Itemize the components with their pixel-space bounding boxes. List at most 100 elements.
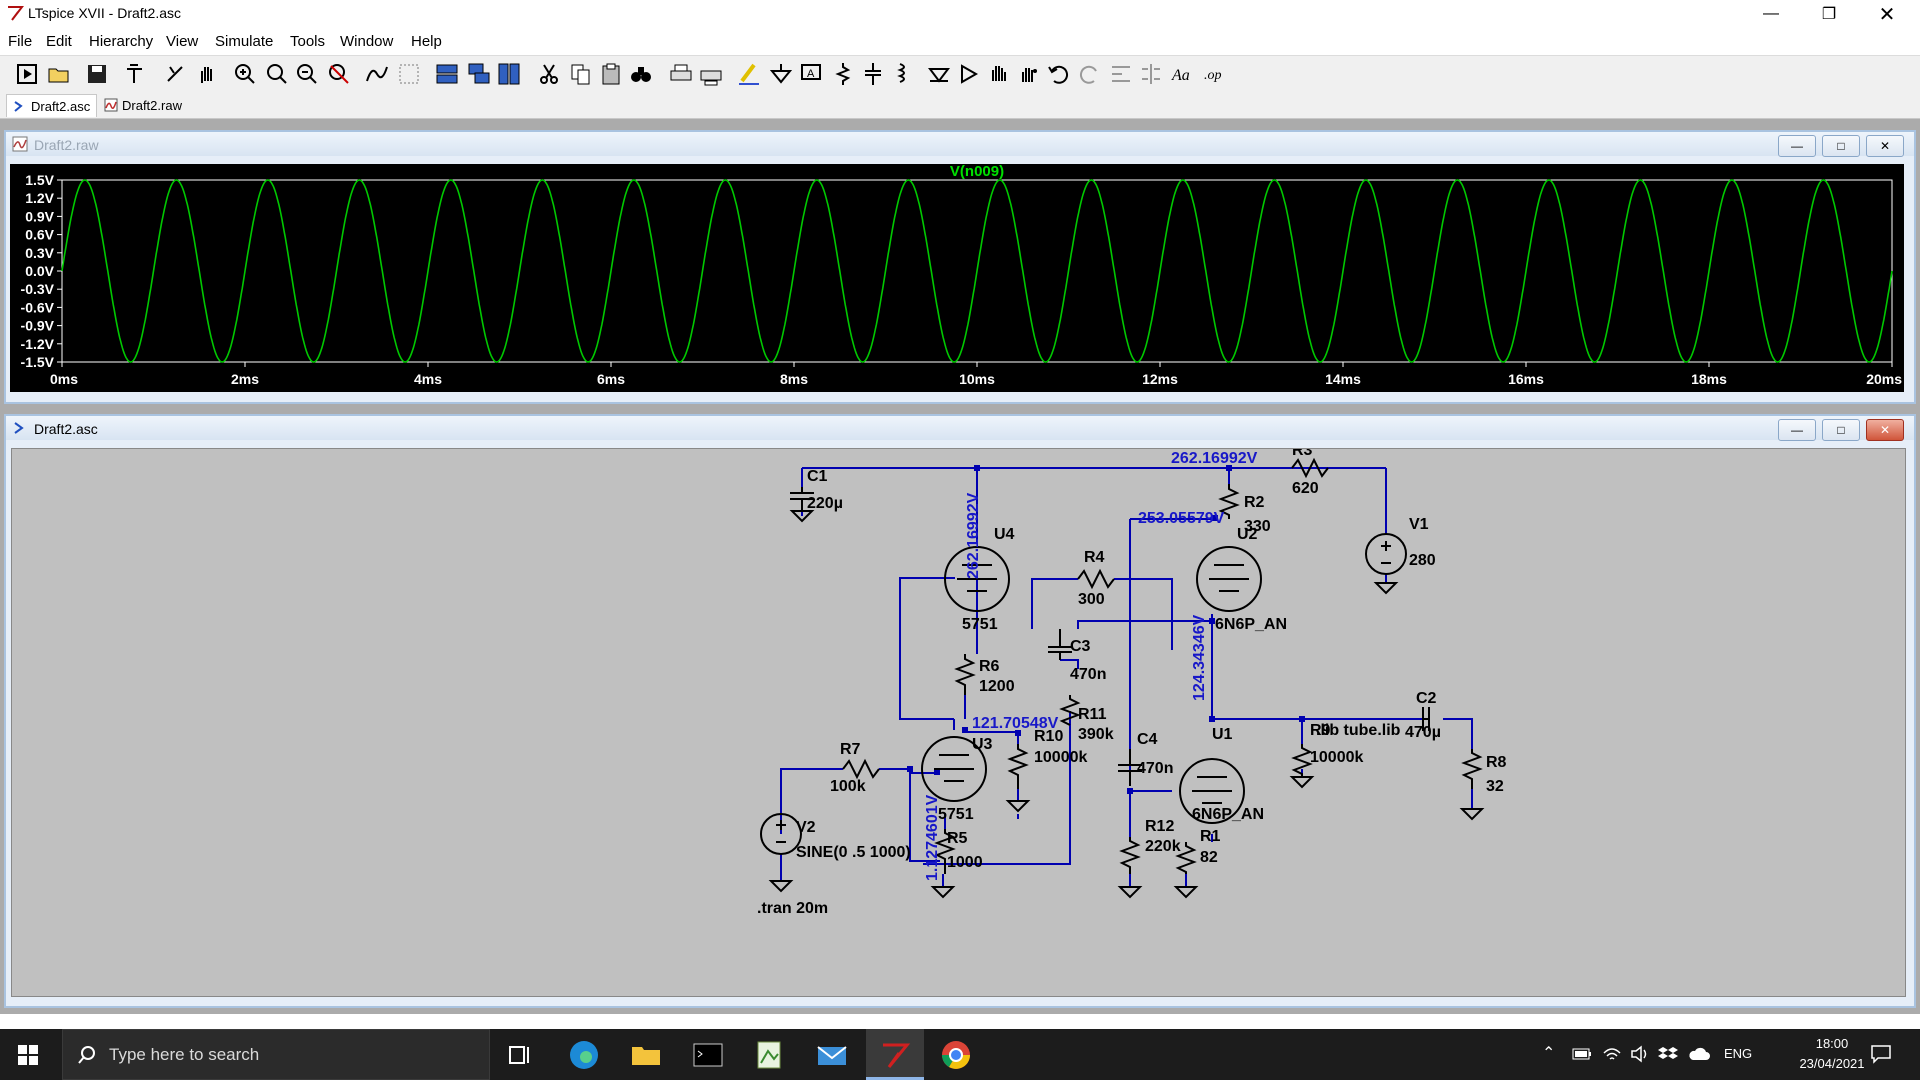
notifications-icon[interactable] <box>1870 1044 1892 1064</box>
copy-icon[interactable] <box>568 61 594 87</box>
search-icon <box>78 1046 95 1064</box>
paste-icon[interactable] <box>598 61 624 87</box>
label-u4-model: 5751 <box>962 616 998 633</box>
menu-file[interactable]: File <box>8 33 32 50</box>
terminal-icon[interactable] <box>690 1037 726 1073</box>
image-editor-icon[interactable] <box>752 1037 788 1073</box>
restore-button[interactable]: ❐ <box>1800 0 1858 28</box>
draw-wire-icon[interactable] <box>736 61 762 87</box>
minimize-button[interactable]: — <box>1742 0 1800 28</box>
menu-tools[interactable]: Tools <box>290 33 325 50</box>
onedrive-cloud-icon[interactable] <box>1688 1045 1710 1063</box>
edge-browser-icon[interactable] <box>566 1037 602 1073</box>
windows-start-icon[interactable] <box>18 1045 38 1065</box>
waveform-minimize-button[interactable]: — <box>1778 135 1816 157</box>
halt-icon[interactable] <box>162 61 188 87</box>
voltage-u3-cathode: 1.1274601V <box>924 794 941 881</box>
drag-hand-icon[interactable] <box>1016 61 1042 87</box>
schematic-close-button[interactable]: ✕ <box>1866 419 1904 441</box>
schematic-maximize-button[interactable]: □ <box>1822 419 1860 441</box>
spice-directive-icon[interactable]: .op <box>1202 61 1228 87</box>
schematic-icon <box>14 422 24 434</box>
redo-icon[interactable] <box>1076 61 1102 87</box>
zoom-in-icon[interactable] <box>232 61 258 87</box>
control-panel-icon[interactable] <box>122 61 148 87</box>
cut-icon[interactable] <box>536 61 562 87</box>
cascade-icon[interactable] <box>466 61 492 87</box>
y-tick-label: 1.5V <box>25 172 54 188</box>
tile-vertical-icon[interactable] <box>496 61 522 87</box>
diode-icon[interactable] <box>926 61 952 87</box>
waveform-window-titlebar[interactable]: Draft2.raw — □ ✕ <box>6 132 1914 157</box>
label-r2: R2 <box>1244 494 1265 511</box>
autorange-icon[interactable] <box>364 61 390 87</box>
zoom-pan-icon[interactable] <box>264 61 290 87</box>
tile-horizontal-icon[interactable] <box>434 61 460 87</box>
mirror-icon[interactable] <box>1138 61 1164 87</box>
close-button[interactable]: ✕ <box>1858 0 1916 28</box>
chrome-browser-icon[interactable] <box>938 1037 974 1073</box>
show-hidden-icons-icon[interactable]: ⌃ <box>1542 1043 1555 1063</box>
trace-v-n009[interactable] <box>61 179 1893 363</box>
x-tick-label: 10ms <box>959 371 995 387</box>
dropbox-icon[interactable] <box>1658 1045 1678 1063</box>
label-tran-directive[interactable]: .tran 20m <box>757 900 828 917</box>
label-u2-model: 6N6P_AN <box>1215 616 1287 633</box>
waveform-window-title: Draft2.raw <box>34 137 99 153</box>
move-hand-icon[interactable] <box>986 61 1012 87</box>
zoom-fit-icon[interactable] <box>326 61 352 87</box>
language-indicator[interactable]: ENG <box>1724 1046 1752 1061</box>
run-icon[interactable] <box>14 61 40 87</box>
waveform-plot[interactable]: V(n009) 1.5V 1.2V 0.9V 0.6V 0.3V 0.0V -0.3V -0.6… <box>10 163 1904 392</box>
clock-time[interactable]: 18:00 <box>1792 1036 1872 1051</box>
waveform-maximize-button[interactable]: □ <box>1822 135 1860 157</box>
label-lib-directive[interactable]: .lib tube.lib <box>1316 722 1401 739</box>
menu-simulate[interactable]: Simulate <box>215 33 273 50</box>
taskbar-ltspice-active[interactable] <box>866 1029 924 1080</box>
trace-label[interactable]: V(n009) <box>950 163 1004 180</box>
menu-hierarchy[interactable]: Hierarchy <box>89 33 153 50</box>
resistor-icon[interactable] <box>830 61 856 87</box>
undo-icon[interactable] <box>1046 61 1072 87</box>
volume-icon[interactable] <box>1630 1045 1650 1063</box>
waveform-chart[interactable]: V(n009) 1.5V 1.2V 0.9V 0.6V 0.3V 0.0V -0.3V -0.6… <box>10 163 1904 392</box>
component-icon[interactable] <box>956 61 982 87</box>
taskbar-search-box[interactable]: Type here to search <box>62 1029 490 1080</box>
window-title: LTspice XVII - Draft2.asc <box>28 5 182 21</box>
label-net-icon[interactable]: A <box>798 61 824 87</box>
file-explorer-icon[interactable] <box>628 1037 664 1073</box>
tab-draft2-raw[interactable]: Draft2.raw <box>98 94 188 116</box>
open-folder-icon[interactable] <box>46 61 72 87</box>
text-icon[interactable]: Aa <box>1170 61 1196 87</box>
schematic-drawing[interactable]: C1 220µ U4 5751 R6 1200 R4 300 C3 470n R… <box>12 442 1905 996</box>
x-tick-label: 8ms <box>780 371 808 387</box>
capacitor-icon[interactable] <box>860 61 886 87</box>
task-view-icon[interactable] <box>502 1037 538 1073</box>
battery-icon[interactable] <box>1572 1046 1592 1062</box>
menu-help[interactable]: Help <box>411 33 442 50</box>
mark-unzoom-icon[interactable] <box>396 61 422 87</box>
zoom-out-icon[interactable] <box>294 61 320 87</box>
pan-hand-icon[interactable] <box>194 61 220 87</box>
save-icon[interactable] <box>84 61 110 87</box>
rotate-icon[interactable] <box>1108 61 1134 87</box>
x-tick-label: 2ms <box>231 371 259 387</box>
mail-icon[interactable] <box>814 1037 850 1073</box>
ground-icon[interactable] <box>768 61 794 87</box>
schematic-canvas[interactable]: C1 220µ U4 5751 R6 1200 R4 300 C3 470n R… <box>11 442 1906 997</box>
menu-window[interactable]: Window <box>340 33 393 50</box>
tab-draft2-asc[interactable]: Draft2.asc <box>6 94 98 117</box>
menu-edit[interactable]: Edit <box>46 33 72 50</box>
wifi-icon[interactable] <box>1602 1045 1622 1063</box>
inductor-icon[interactable] <box>890 61 916 87</box>
schematic-minimize-button[interactable]: — <box>1778 419 1816 441</box>
y-tick-label: -0.9V <box>21 318 55 334</box>
label-c1-value: 220µ <box>807 495 843 512</box>
schematic-window-titlebar[interactable]: Draft2.asc — □ ✕ <box>6 416 1914 441</box>
waveform-close-button[interactable]: ✕ <box>1866 135 1904 157</box>
menu-view[interactable]: View <box>166 33 198 50</box>
find-icon[interactable] <box>628 61 654 87</box>
print-icon[interactable] <box>668 61 694 87</box>
print-preview-icon[interactable] <box>698 61 724 87</box>
label-r7: R7 <box>840 741 861 758</box>
